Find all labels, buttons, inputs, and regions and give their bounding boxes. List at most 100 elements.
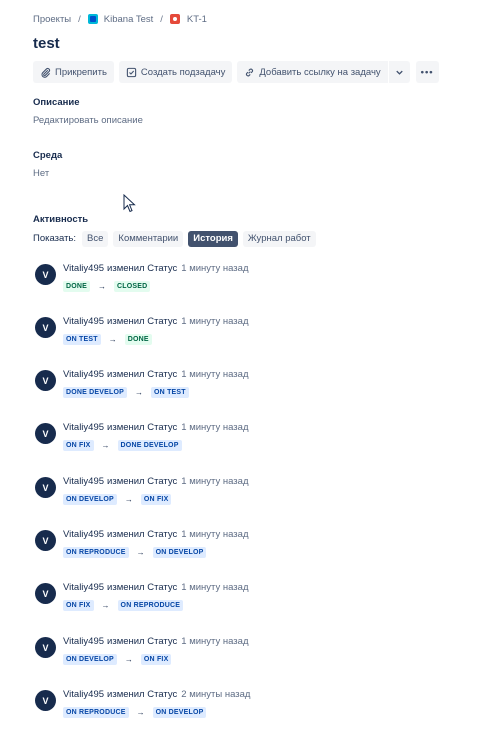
create-subtask-label: Создать подзадачу (140, 66, 226, 78)
arrow-right-icon: → (101, 440, 110, 450)
add-link-label: Добавить ссылку на задачу (259, 66, 381, 78)
avatar[interactable]: V (35, 317, 56, 338)
user-name[interactable]: Vitaliy495 (63, 316, 104, 327)
history-entry: V Vitaliy495 изменил Статус 1 минуту назад O… (35, 476, 455, 517)
history-action: изменил Статус (107, 316, 178, 327)
breadcrumb-issue-label: KT-1 (186, 13, 207, 25)
breadcrumb-projects[interactable]: Проекты (33, 14, 71, 25)
avatar[interactable]: V (35, 423, 56, 444)
status-to-badge: DONE DEVELOP (117, 439, 182, 451)
attach-button[interactable]: Прикрепить (33, 61, 114, 83)
status-from-badge: ON REPRODUCE (63, 706, 129, 718)
user-name[interactable]: Vitaliy495 (63, 582, 104, 593)
status-transition: ON FIX → ON REPRODUCE (63, 599, 184, 611)
environment-value[interactable]: Нет (33, 168, 49, 179)
add-link-dropdown-button[interactable] (388, 61, 410, 83)
filter-history[interactable]: История (188, 230, 238, 247)
paperclip-icon (41, 67, 51, 78)
history-entry: V Vitaliy495 изменил Статус 1 минуту назад O… (35, 636, 455, 677)
create-subtask-button[interactable]: Создать подзадачу (118, 61, 233, 83)
status-to-badge: ON DEVELOP (152, 706, 207, 718)
user-name[interactable]: Vitaliy495 (63, 636, 104, 647)
history-entry: V Vitaliy495 изменил Статус 1 минуту назад O… (35, 529, 455, 570)
status-transition: DONE → CLOSED (63, 280, 151, 292)
mouse-cursor-icon (123, 194, 136, 213)
breadcrumb-separator: / (78, 13, 81, 25)
history-entry-line: Vitaliy495 изменил Статус 1 минуту назад (63, 422, 249, 433)
more-icon: ••• (420, 66, 434, 78)
filter-worklog[interactable]: Журнал работ (242, 230, 316, 247)
environment-label: Среда (33, 150, 63, 161)
arrow-right-icon: → (124, 654, 133, 664)
status-transition: ON TEST → DONE (63, 333, 152, 345)
history-action: изменил Статус (107, 529, 178, 540)
user-name[interactable]: Vitaliy495 (63, 369, 104, 380)
user-name[interactable]: Vitaliy495 (63, 263, 104, 274)
avatar[interactable]: V (35, 477, 56, 498)
history-entry-line: Vitaliy495 изменил Статус 1 минуту назад (63, 582, 249, 593)
user-name[interactable]: Vitaliy495 (63, 529, 104, 540)
history-timestamp: 1 минуту назад (181, 263, 249, 274)
history-timestamp: 1 минуту назад (181, 582, 249, 593)
breadcrumb: Проекты / Kibana Test / KT-1 (33, 13, 207, 25)
user-name[interactable]: Vitaliy495 (63, 689, 104, 700)
issue-toolbar: Прикрепить Создать подзадачу Добавить сс… (33, 61, 444, 83)
status-transition: DONE DEVELOP → ON TEST (63, 386, 189, 398)
arrow-right-icon: → (136, 707, 145, 717)
breadcrumb-separator: / (160, 13, 163, 25)
avatar[interactable]: V (35, 583, 56, 604)
history-entry-line: Vitaliy495 изменил Статус 1 минуту назад (63, 529, 249, 540)
description-editor[interactable]: Редактировать описание (33, 115, 143, 126)
history-timestamp: 1 минуту назад (181, 529, 249, 540)
history-entry: V Vitaliy495 изменил Статус 1 минуту назад O… (35, 582, 455, 623)
status-transition: ON DEVELOP → ON FIX (63, 653, 172, 665)
history-entry: V Vitaliy495 изменил Статус 1 минуту назад O… (35, 422, 455, 463)
history-entry-line: Vitaliy495 изменил Статус 1 минуту назад (63, 476, 249, 487)
breadcrumb-project[interactable]: Kibana Test (87, 14, 153, 25)
add-link-button[interactable]: Добавить ссылку на задачу (237, 61, 388, 83)
avatar[interactable]: V (35, 690, 56, 711)
arrow-right-icon: → (124, 494, 133, 504)
status-to-badge: ON DEVELOP (152, 546, 207, 558)
filter-comments[interactable]: Комментарии (113, 230, 184, 247)
history-entry-line: Vitaliy495 изменил Статус 2 минуты назад (63, 689, 250, 700)
user-name[interactable]: Vitaliy495 (63, 422, 104, 433)
avatar[interactable]: V (35, 530, 56, 551)
avatar[interactable]: V (35, 637, 56, 658)
status-to-badge: DONE (124, 333, 152, 345)
status-to-badge: ON TEST (151, 386, 189, 398)
avatar[interactable]: V (35, 264, 56, 285)
user-name[interactable]: Vitaliy495 (63, 476, 104, 487)
avatar[interactable]: V (35, 370, 56, 391)
history-action: изменил Статус (107, 476, 178, 487)
history-entry-line: Vitaliy495 изменил Статус 1 минуту назад (63, 316, 249, 327)
history-action: изменил Статус (107, 582, 178, 593)
arrow-right-icon: → (98, 281, 107, 291)
show-label: Показать: (33, 233, 77, 244)
bug-icon (169, 14, 180, 24)
activity-label: Активность (33, 214, 89, 225)
filter-all[interactable]: Все (82, 230, 109, 247)
history-entry-line: Vitaliy495 изменил Статус 1 минуту назад (63, 636, 249, 647)
history-action: изменил Статус (107, 689, 178, 700)
attach-label: Прикрепить (55, 66, 107, 78)
history-action: изменил Статус (107, 636, 178, 647)
history-action: изменил Статус (107, 422, 178, 433)
history-entry: V Vitaliy495 изменил Статус 1 минуту назад D… (35, 369, 455, 410)
activity-filter-bar: Показать: Все Комментарии История Журнал… (33, 230, 321, 247)
history-timestamp: 1 минуту назад (181, 636, 249, 647)
arrow-right-icon: → (135, 387, 144, 397)
history-action: изменил Статус (107, 263, 178, 274)
history-timestamp: 1 минуту назад (181, 476, 249, 487)
link-icon (246, 68, 254, 76)
subtask-icon (126, 67, 137, 77)
status-transition: ON REPRODUCE → ON DEVELOP (63, 706, 207, 718)
breadcrumb-issue[interactable]: KT-1 (169, 13, 207, 25)
status-from-badge: ON TEST (63, 333, 101, 345)
history-timestamp: 1 минуту назад (181, 316, 249, 327)
chevron-down-icon (395, 70, 403, 75)
history-entry: V Vitaliy495 изменил Статус 1 минуту назад O… (35, 316, 455, 357)
status-transition: ON REPRODUCE → ON DEVELOP (63, 546, 207, 558)
more-actions-button[interactable]: ••• (415, 61, 439, 83)
issue-title[interactable]: test (33, 35, 60, 52)
